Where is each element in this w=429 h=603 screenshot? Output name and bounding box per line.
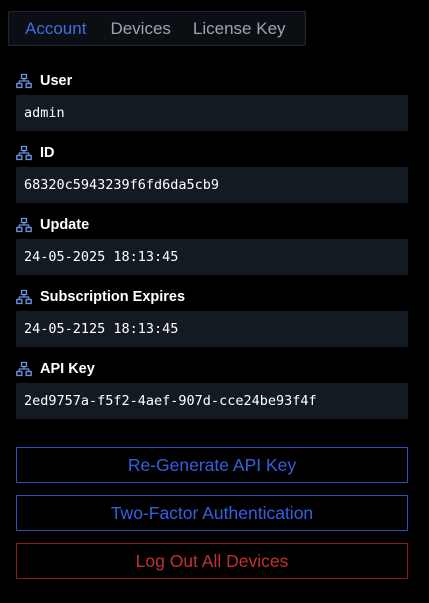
- tab-devices[interactable]: Devices: [110, 19, 170, 39]
- subscription-expires-value: 24-05-2125 18:13:45: [16, 311, 408, 347]
- user-label-row: User: [16, 72, 72, 90]
- user-label: User: [40, 73, 73, 89]
- network-icon: [16, 361, 32, 377]
- tab-bar: Account Devices License Key: [8, 11, 306, 46]
- api-key-label-row: API Key: [16, 360, 95, 378]
- id-label-row: ID: [16, 144, 55, 162]
- regenerate-api-key-button[interactable]: Re-Generate API Key: [16, 447, 408, 483]
- tab-license-key[interactable]: License Key: [193, 19, 286, 39]
- network-icon: [16, 289, 32, 305]
- subscription-expires-label: Subscription Expires: [40, 289, 186, 305]
- update-label: Update: [40, 217, 90, 233]
- id-value: 68320c5943239f6fd6da5cb9: [16, 167, 408, 203]
- update-label-row: Update: [16, 216, 89, 234]
- api-key-label: API Key: [40, 361, 95, 377]
- network-icon: [16, 73, 32, 89]
- account-panel: Account Devices License Key User admin I…: [0, 0, 429, 603]
- subscription-expires-label-row: Subscription Expires: [16, 288, 185, 306]
- two-factor-authentication-button[interactable]: Two-Factor Authentication: [16, 495, 408, 531]
- api-key-value: 2ed9757a-f5f2-4aef-907d-cce24be93f4f: [16, 383, 408, 419]
- network-icon: [16, 217, 32, 233]
- update-value: 24-05-2025 18:13:45: [16, 239, 408, 275]
- id-label: ID: [40, 145, 55, 161]
- tab-account[interactable]: Account: [25, 19, 86, 39]
- network-icon: [16, 145, 32, 161]
- log-out-all-devices-button[interactable]: Log Out All Devices: [16, 543, 408, 579]
- user-value: admin: [16, 95, 408, 131]
